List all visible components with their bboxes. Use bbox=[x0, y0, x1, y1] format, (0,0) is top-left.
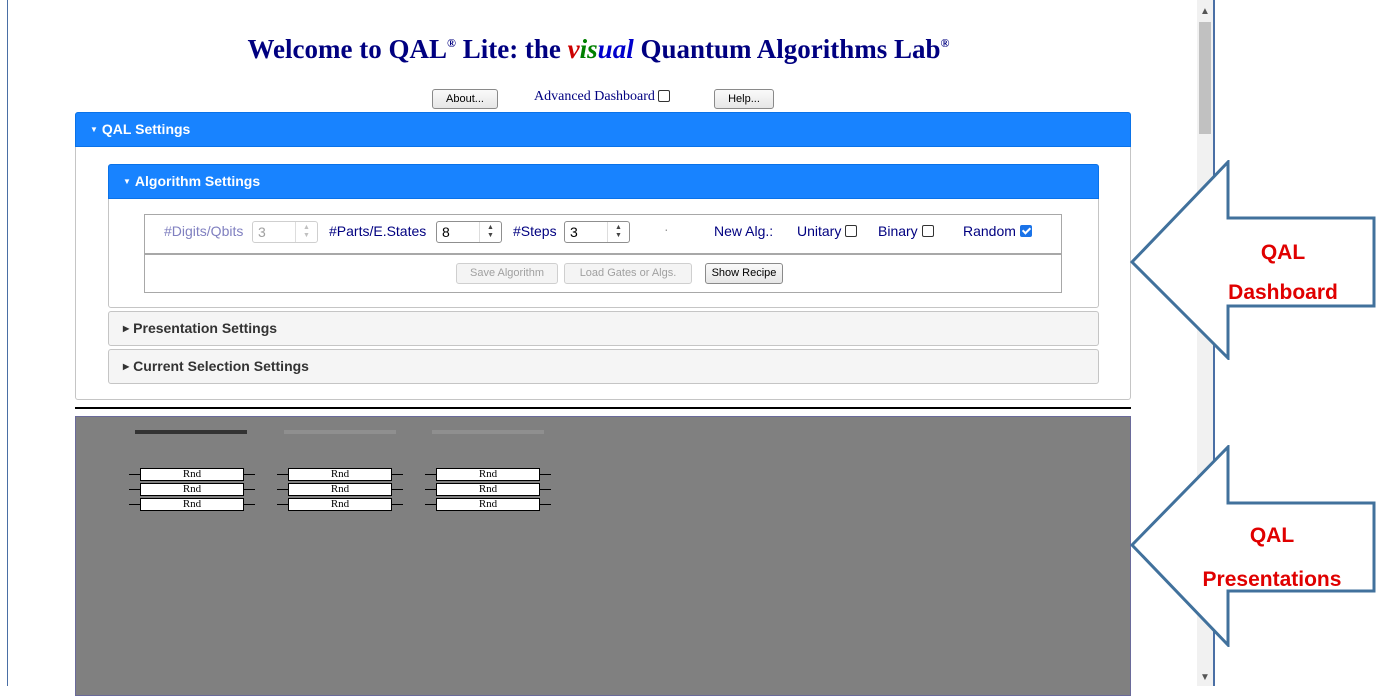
advanced-dashboard-label: Advanced Dashboard bbox=[534, 89, 655, 104]
binary-checkbox[interactable] bbox=[921, 225, 934, 238]
spinner-arrows-icon[interactable]: ▲ ▼ bbox=[607, 222, 629, 242]
gate[interactable]: Rnd bbox=[425, 498, 551, 512]
presentation-tab[interactable] bbox=[284, 430, 396, 434]
left-border bbox=[7, 0, 8, 686]
binary-label: Binary bbox=[878, 223, 918, 239]
show-recipe-button[interactable]: Show Recipe bbox=[705, 263, 783, 284]
presentations-callout-label: QAL Presentations bbox=[1202, 524, 1342, 591]
divider bbox=[75, 407, 1131, 409]
spinner-arrows-icon[interactable]: ▲ ▼ bbox=[479, 222, 501, 242]
presentation-area[interactable]: Rnd Rnd Rnd Rnd Rnd Rnd Rnd Rnd Rnd bbox=[75, 416, 1131, 696]
circuit-step-1: Rnd Rnd Rnd bbox=[129, 468, 255, 513]
gate[interactable]: Rnd bbox=[129, 498, 255, 512]
triangle-down-icon: ▼ bbox=[123, 177, 131, 186]
unitary-label: Unitary bbox=[797, 223, 842, 239]
steps-label: #Steps bbox=[513, 223, 557, 239]
binary-option[interactable]: Binary bbox=[878, 223, 934, 239]
gate[interactable]: Rnd bbox=[425, 468, 551, 482]
help-button[interactable]: Help... bbox=[714, 89, 774, 109]
presentation-tab-active[interactable] bbox=[135, 430, 247, 434]
qal-settings-header[interactable]: ▼ QAL Settings bbox=[75, 112, 1131, 147]
dashboard-callout-label: QAL Dashboard bbox=[1228, 241, 1338, 304]
parts-stepper[interactable]: 8 ▲ ▼ bbox=[436, 221, 502, 243]
digits-label: #Digits/Qbits bbox=[164, 223, 244, 239]
registered-mark: ® bbox=[446, 36, 456, 50]
circuit-step-3: Rnd Rnd Rnd bbox=[425, 468, 551, 513]
page-title: Welcome to QAL® Lite: the visual Quantum… bbox=[247, 34, 950, 64]
circuit-step-2: Rnd Rnd Rnd bbox=[277, 468, 403, 513]
presentation-settings-header[interactable]: ▶ Presentation Settings bbox=[108, 311, 1099, 346]
spinner-arrows-icon[interactable]: ▲ ▼ bbox=[295, 222, 317, 242]
scroll-up-icon[interactable]: ▲ bbox=[1197, 4, 1213, 20]
registered-mark: ® bbox=[940, 36, 950, 50]
gate[interactable]: Rnd bbox=[277, 483, 403, 497]
gate[interactable]: Rnd bbox=[425, 483, 551, 497]
new-alg-label: New Alg.: bbox=[714, 223, 774, 239]
current-selection-settings-header[interactable]: ▶ Current Selection Settings bbox=[108, 349, 1099, 384]
algorithm-settings-header[interactable]: ▼ Algorithm Settings bbox=[108, 164, 1099, 199]
advanced-dashboard-checkbox[interactable] bbox=[658, 89, 671, 102]
digits-stepper[interactable]: 3 ▲ ▼ bbox=[252, 221, 318, 243]
gate[interactable]: Rnd bbox=[129, 483, 255, 497]
triangle-right-icon: ▶ bbox=[123, 324, 130, 333]
gate[interactable]: Rnd bbox=[277, 468, 403, 482]
about-button[interactable]: About... bbox=[432, 89, 498, 109]
scroll-down-icon[interactable]: ▼ bbox=[1197, 670, 1213, 686]
unitary-option[interactable]: Unitary bbox=[797, 223, 858, 239]
scroll-thumb[interactable] bbox=[1199, 22, 1211, 134]
random-option[interactable]: Random bbox=[963, 223, 1032, 239]
parts-label: #Parts/E.States bbox=[329, 223, 427, 239]
triangle-right-icon: ▶ bbox=[123, 362, 130, 371]
advanced-dashboard-toggle[interactable]: Advanced Dashboard bbox=[534, 89, 671, 105]
unitary-checkbox[interactable] bbox=[845, 225, 858, 238]
save-algorithm-button[interactable]: Save Algorithm bbox=[456, 263, 558, 284]
random-checkbox[interactable] bbox=[1019, 225, 1032, 238]
load-gates-button[interactable]: Load Gates or Algs. bbox=[564, 263, 692, 284]
presentation-tab[interactable] bbox=[432, 430, 544, 434]
gate[interactable]: Rnd bbox=[129, 468, 255, 482]
gate[interactable]: Rnd bbox=[277, 498, 403, 512]
separator-dot: · bbox=[664, 221, 669, 237]
triangle-down-icon: ▼ bbox=[90, 125, 98, 134]
random-label: Random bbox=[963, 223, 1016, 239]
steps-stepper[interactable]: 3 ▲ ▼ bbox=[564, 221, 630, 243]
